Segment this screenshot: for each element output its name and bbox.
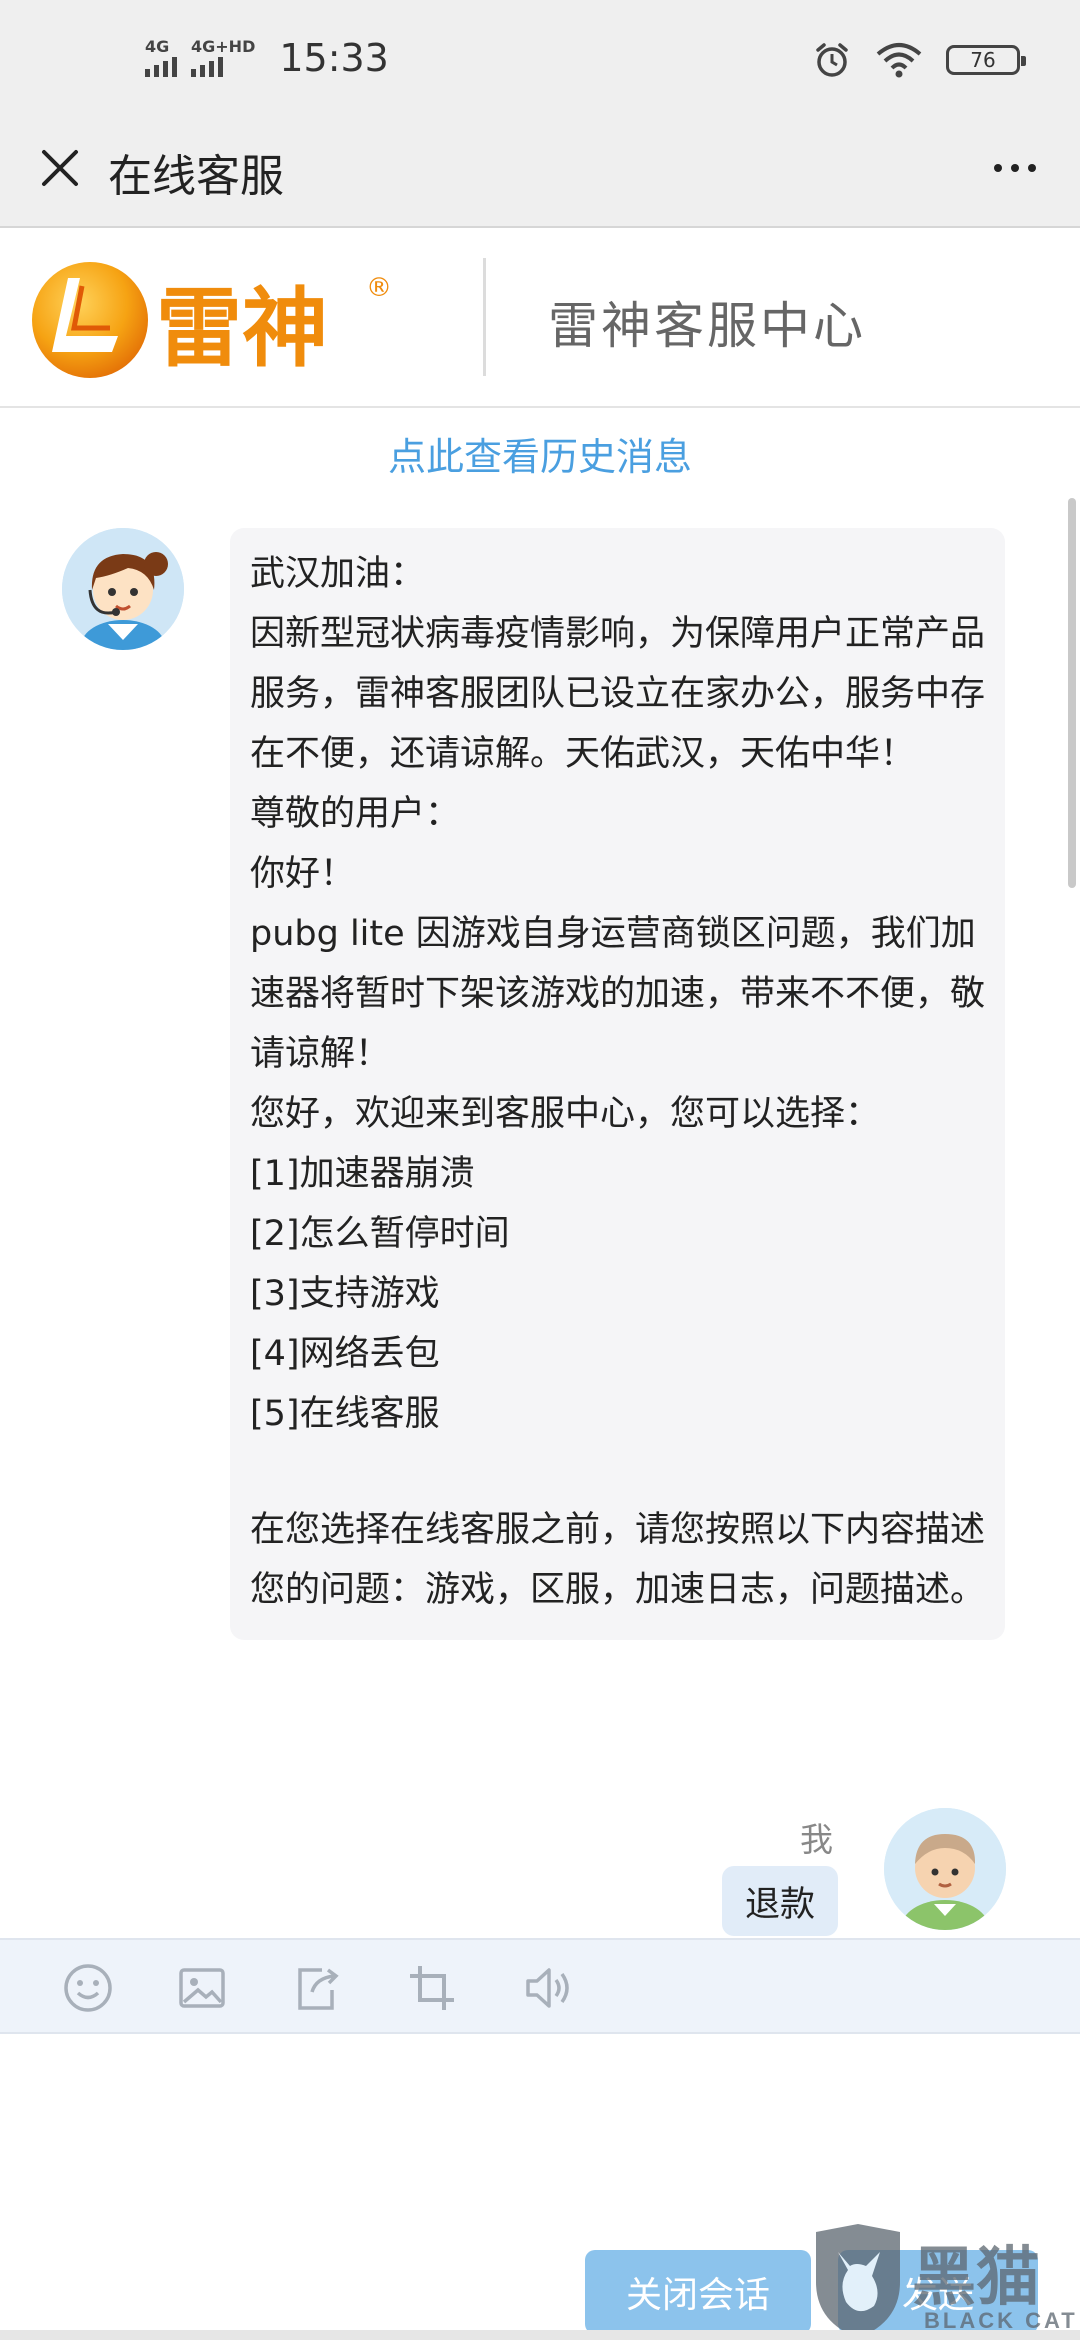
image-icon — [179, 1968, 225, 2008]
chat-area[interactable]: 点此查看历史消息 武汉加油： 因新型冠状病毒疫情影响，为保障用户正常产品服务，雷… — [0, 408, 1080, 1938]
image-button[interactable] — [172, 1958, 232, 2018]
close-button[interactable] — [30, 138, 90, 198]
crop-icon — [410, 1966, 454, 2010]
network-label-1: 4G — [145, 37, 170, 56]
more-dot-icon — [1028, 164, 1036, 172]
network-label-2: 4G+HD — [191, 37, 256, 56]
battery-icon: 76 — [946, 45, 1026, 75]
agent-message-line: 武汉加油： — [250, 554, 426, 594]
alarm-icon — [816, 43, 848, 77]
status-left: 4G 4G+HD 15:33 — [145, 36, 389, 80]
scrollbar[interactable] — [1068, 498, 1076, 888]
watermark-text: 黑猫 — [912, 2241, 1040, 2315]
menu-option: [4]网络丢包 — [250, 1334, 440, 1374]
header-divider — [483, 258, 486, 376]
user-avatar — [884, 1808, 1006, 1930]
voice-icon — [526, 1968, 569, 2008]
leishen-logo: 雷神 ® — [32, 262, 392, 379]
status-bar: 4G 4G+HD 15:33 76 — [0, 0, 1080, 110]
agent-message-line: 因新型冠状病毒疫情影响，为保障用户正常产品服务，雷神客服团队已设立在家办公，服务… — [250, 614, 986, 774]
my-message-bubble: 退款 — [722, 1866, 838, 1936]
agent-message-line: 你好！ — [250, 854, 356, 894]
registered-mark: ® — [366, 273, 392, 303]
signal-bars-icon — [145, 57, 177, 77]
message-input[interactable] — [0, 2034, 1080, 2234]
my-name-label: 我 — [800, 1820, 833, 1859]
agent-message-bubble: 武汉加油： 因新型冠状病毒疫情影响，为保障用户正常产品服务，雷神客服团队已设立在… — [230, 528, 1005, 1640]
user-avatar-icon — [884, 1808, 1006, 1930]
status-time: 15:33 — [279, 36, 389, 80]
more-dot-icon — [994, 164, 1002, 172]
close-icon — [42, 150, 78, 186]
black-cat-watermark: 黑猫 BLACK CAT — [808, 2222, 1080, 2340]
brand-header: 雷神 ® 雷神客服中心 — [0, 228, 1080, 408]
agent-message-line: 尊敬的用户： — [250, 794, 461, 834]
bottom-edge — [0, 2330, 1080, 2340]
agent-message-line: 您好，欢迎来到客服中心，您可以选择： — [250, 1094, 881, 1134]
file-upload-button[interactable] — [288, 1958, 348, 2018]
screenshot-button[interactable] — [402, 1958, 462, 2018]
network-indicator-1: 4G — [145, 39, 177, 77]
signal-bars-icon — [191, 57, 223, 77]
more-options-button[interactable] — [980, 138, 1050, 198]
status-right: 76 — [812, 40, 1026, 80]
logo-text: 雷神 — [156, 279, 328, 379]
agent-avatar — [62, 528, 184, 650]
more-dot-icon — [1011, 164, 1019, 172]
message-toolbar — [0, 1938, 1080, 2034]
close-session-button[interactable]: 关闭会话 — [585, 2250, 811, 2334]
emoji-button[interactable] — [58, 1958, 118, 2018]
menu-option: [1]加速器崩溃 — [250, 1154, 475, 1194]
my-message-text: 退款 — [744, 1884, 815, 1925]
menu-option: [2]怎么暂停时间 — [250, 1214, 510, 1254]
agent-avatar-icon — [62, 528, 184, 650]
file-upload-icon — [298, 1968, 339, 2010]
voice-button[interactable] — [518, 1958, 578, 2018]
menu-option: [5]在线客服 — [250, 1394, 440, 1434]
menu-option: [3]支持游戏 — [250, 1274, 440, 1314]
cat-shield-icon — [816, 2224, 900, 2338]
network-indicator-2: 4G+HD — [191, 39, 255, 77]
service-center-name: 雷神客服中心 — [548, 297, 866, 355]
view-history-link[interactable]: 点此查看历史消息 — [0, 426, 1080, 481]
title-bar: 在线客服 — [0, 110, 1080, 228]
agent-message-tail: 在您选择在线客服之前，请您按照以下内容描述您的问题：游戏，区服，加速日志，问题描… — [250, 1510, 986, 1610]
page-title: 在线客服 — [108, 151, 284, 202]
wifi-icon — [876, 43, 922, 78]
battery-level: 76 — [970, 48, 996, 72]
agent-message-line: pubg lite 因游戏自身运营商锁区问题，我们加速器将暂时下架该游戏的加速，… — [250, 914, 986, 1074]
emoji-icon — [64, 1964, 112, 2012]
